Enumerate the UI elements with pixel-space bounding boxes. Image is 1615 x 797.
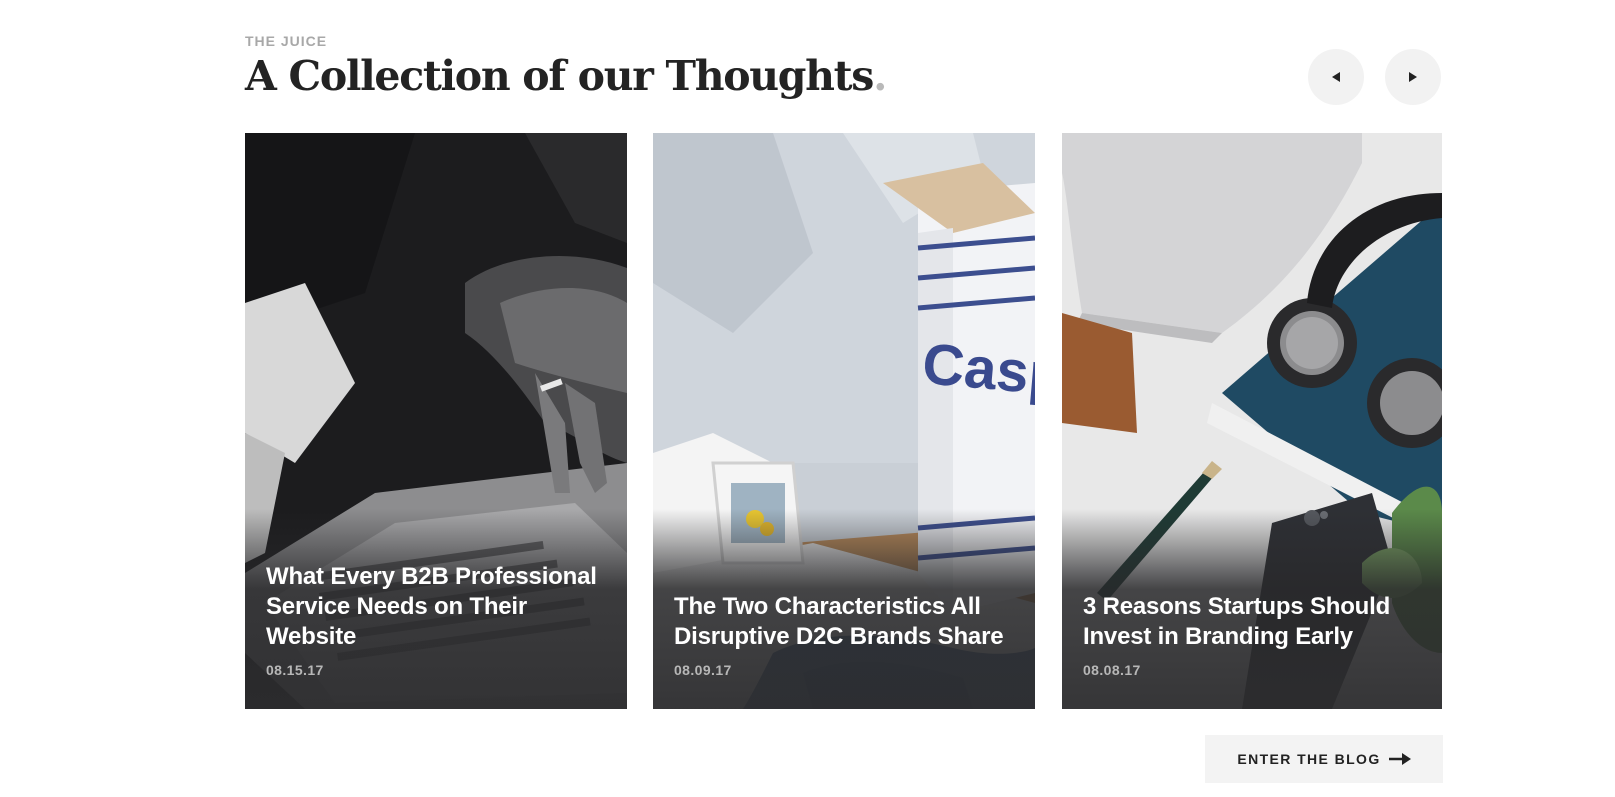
- blog-post-card[interactable]: What Every B2B Professional Service Need…: [245, 133, 627, 709]
- post-date: 08.09.17: [674, 662, 732, 678]
- card-text: The Two Characteristics All Disruptive D…: [674, 592, 1017, 678]
- caret-left-icon: [1332, 72, 1340, 82]
- card-text: What Every B2B Professional Service Need…: [266, 562, 609, 678]
- carousel-prev-button[interactable]: [1308, 49, 1364, 105]
- enter-blog-button[interactable]: ENTER THE BLOG: [1205, 735, 1443, 783]
- blog-section: THE JUICE A Collection of our Thoughts.: [245, 0, 1443, 797]
- post-title: The Two Characteristics All Disruptive D…: [674, 593, 1004, 650]
- carousel-next-button[interactable]: [1385, 49, 1441, 105]
- post-date: 08.15.17: [266, 662, 324, 678]
- post-title: 3 Reasons Startups Should Invest in Bran…: [1083, 593, 1391, 650]
- section-eyebrow: THE JUICE: [245, 33, 328, 49]
- enter-blog-label: ENTER THE BLOG: [1237, 751, 1381, 767]
- post-title: What Every B2B Professional Service Need…: [266, 563, 597, 650]
- post-date: 08.08.17: [1083, 662, 1141, 678]
- blog-post-card[interactable]: Casp The Two Characteristics All Disrupt…: [653, 133, 1035, 709]
- svg-text:Casp: Casp: [920, 331, 1035, 408]
- section-heading-text: A Collection of our Thoughts: [245, 52, 874, 100]
- card-text: 3 Reasons Startups Should Invest in Bran…: [1083, 592, 1424, 678]
- heading-dot: .: [873, 52, 887, 100]
- section-heading: A Collection of our Thoughts.: [245, 52, 887, 100]
- blog-post-card[interactable]: 3 Reasons Startups Should Invest in Bran…: [1062, 133, 1442, 709]
- caret-right-icon: [1409, 72, 1417, 82]
- arrow-right-icon: [1388, 753, 1411, 765]
